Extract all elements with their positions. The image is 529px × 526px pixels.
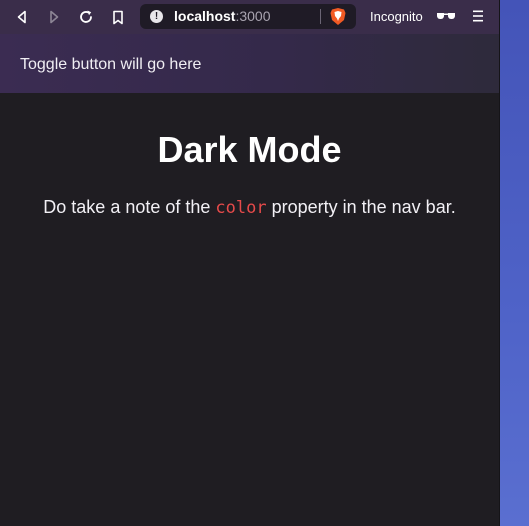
menu-icon[interactable] <box>472 9 484 23</box>
reload-button[interactable] <box>76 7 96 27</box>
reload-icon <box>80 10 92 23</box>
paragraph-text-after: property in the nav bar. <box>266 197 456 217</box>
url-text: localhost:3000 <box>174 8 271 25</box>
browser-toolbar: ! localhost:3000 Incognito <box>0 0 499 34</box>
url-port: :3000 <box>235 8 271 24</box>
paragraph-text-before: Do take a note of the <box>43 197 216 217</box>
browser-window: ! localhost:3000 Incognito Toggle button… <box>0 0 500 526</box>
bookmark-button[interactable] <box>108 7 128 27</box>
url-host: localhost <box>174 8 236 24</box>
brave-shield-icon[interactable] <box>329 7 347 26</box>
page-paragraph: Do take a note of the color property in … <box>0 196 499 219</box>
url-divider <box>320 9 321 24</box>
address-bar[interactable]: ! localhost:3000 <box>140 4 356 29</box>
toggle-placeholder-text: Toggle button will go here <box>20 56 202 73</box>
forward-button[interactable] <box>44 7 64 27</box>
back-arrow-icon <box>17 10 26 24</box>
forward-arrow-icon <box>50 10 59 24</box>
back-button[interactable] <box>12 7 32 27</box>
site-info-icon[interactable]: ! <box>150 10 163 23</box>
page-content: Dark Mode Do take a note of the color pr… <box>0 93 499 526</box>
page-nav-bar: Toggle button will go here <box>0 34 499 93</box>
page-heading: Dark Mode <box>157 129 342 170</box>
desktop-background <box>500 0 529 526</box>
inline-code-color: color <box>215 198 267 218</box>
incognito-label[interactable]: Incognito <box>370 8 423 25</box>
incognito-glasses-icon[interactable] <box>436 9 456 23</box>
bookmark-icon <box>113 10 123 24</box>
